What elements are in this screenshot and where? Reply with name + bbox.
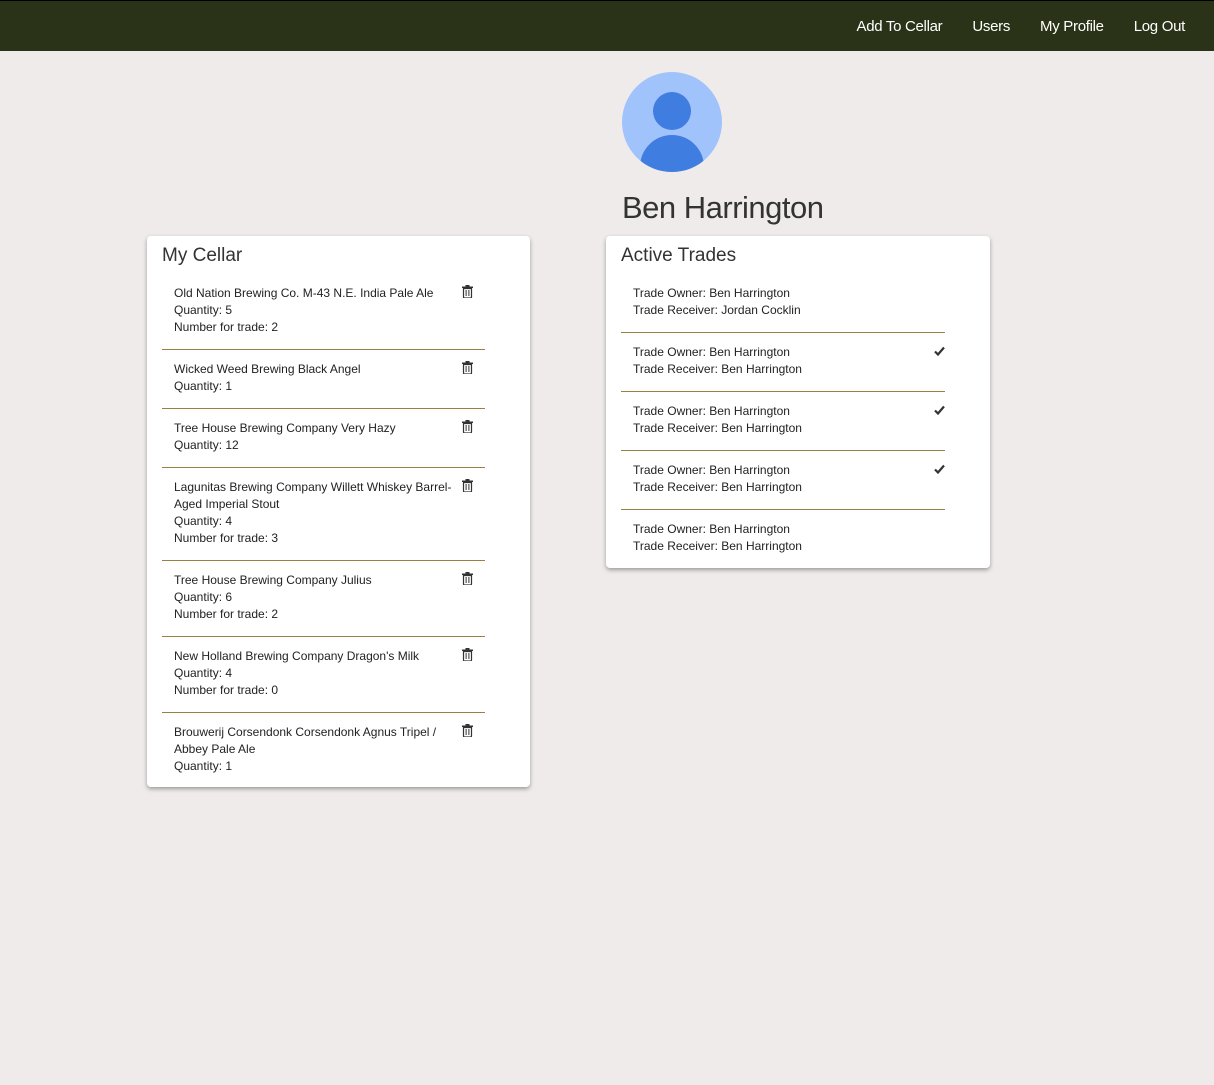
top-navbar: Add To Cellar Users My Profile Log Out (0, 0, 1214, 51)
cellar-divider (162, 349, 485, 350)
cellar-item: Wicked Weed Brewing Black Angel Quantity… (162, 361, 485, 395)
cellar-item: Lagunitas Brewing Company Willett Whiske… (162, 479, 485, 547)
cellar-divider (162, 560, 485, 561)
cellar-item-name: Brouwerij Corsendonk Corsendonk Agnus Tr… (174, 725, 437, 756)
cellar-item: Old Nation Brewing Co. M-43 N.E. India P… (162, 285, 485, 336)
trade-receiver: Trade Receiver: Ben Harrington (633, 539, 802, 553)
cellar-divider (162, 408, 485, 409)
cellar-divider (162, 712, 485, 713)
cellar-item-trade: Number for trade: 2 (174, 607, 279, 621)
trash-icon[interactable] (462, 572, 473, 585)
trade-owner: Trade Owner: Ben Harrington (633, 286, 790, 300)
cellar-item-quantity: Quantity: 5 (174, 303, 233, 317)
cellar-item-name: Tree House Brewing Company Julius (174, 573, 372, 587)
avatar-head (653, 92, 691, 130)
cellar-divider (162, 636, 485, 637)
profile-name: Ben Harrington (622, 190, 824, 225)
trade-owner: Trade Owner: Ben Harrington (633, 345, 790, 359)
trade-receiver: Trade Receiver: Ben Harrington (633, 421, 802, 435)
trash-icon[interactable] (462, 479, 473, 492)
cellar-item-name: Old Nation Brewing Co. M-43 N.E. India P… (174, 286, 434, 300)
cellar-item-trade: Number for trade: 3 (174, 531, 279, 545)
trade-owner: Trade Owner: Ben Harrington (633, 404, 790, 418)
cellar-item-name: New Holland Brewing Company Dragon's Mil… (174, 649, 420, 663)
trade-owner: Trade Owner: Ben Harrington (633, 522, 790, 536)
trade-divider (621, 509, 945, 510)
cellar-item-name: Tree House Brewing Company Very Hazy (174, 421, 396, 435)
trade-item[interactable]: Trade Owner: Ben Harrington Trade Receiv… (621, 462, 945, 496)
trade-divider (621, 391, 945, 392)
trash-icon[interactable] (462, 285, 473, 298)
cellar-item: Tree House Brewing Company Very Hazy Qua… (162, 420, 485, 454)
cellar-item-quantity: Quantity: 4 (174, 514, 233, 528)
active-trades-title: Active Trades (621, 245, 737, 266)
trade-receiver: Trade Receiver: Ben Harrington (633, 480, 802, 494)
cellar-item-quantity: Quantity: 6 (174, 590, 233, 604)
cellar-item: Brouwerij Corsendonk Corsendonk Agnus Tr… (162, 724, 485, 775)
my-cellar-title: My Cellar (162, 245, 243, 266)
trade-item[interactable]: Trade Owner: Ben Harrington Trade Receiv… (621, 521, 945, 555)
trash-icon[interactable] (462, 648, 473, 661)
cellar-item-trade: Number for trade: 2 (174, 320, 279, 334)
active-trades-card: Active Trades Trade Owner: Ben Harringto… (606, 236, 990, 568)
trash-icon[interactable] (462, 361, 473, 374)
trade-receiver: Trade Receiver: Jordan Cocklin (633, 303, 801, 317)
trade-receiver: Trade Receiver: Ben Harrington (633, 362, 802, 376)
trash-icon[interactable] (462, 724, 473, 737)
cellar-item-quantity: Quantity: 12 (174, 438, 239, 452)
cellar-item-name: Wicked Weed Brewing Black Angel (174, 362, 361, 376)
cellar-item-trade: Number for trade: 0 (174, 683, 279, 697)
nav-my-profile[interactable]: My Profile (1040, 18, 1104, 35)
trash-icon[interactable] (462, 420, 473, 433)
trade-item[interactable]: Trade Owner: Ben Harrington Trade Receiv… (621, 344, 945, 378)
trade-divider (621, 450, 945, 451)
nav-add-to-cellar[interactable]: Add To Cellar (856, 18, 942, 35)
cellar-item-quantity: Quantity: 1 (174, 759, 233, 773)
trade-item[interactable]: Trade Owner: Ben Harrington Trade Receiv… (621, 285, 945, 319)
check-icon[interactable] (934, 464, 945, 474)
cellar-item-quantity: Quantity: 4 (174, 666, 233, 680)
trade-owner: Trade Owner: Ben Harrington (633, 463, 790, 477)
nav-users[interactable]: Users (972, 18, 1010, 35)
nav-log-out[interactable]: Log Out (1134, 18, 1186, 35)
cellar-divider (162, 467, 485, 468)
cellar-item-quantity: Quantity: 1 (174, 379, 233, 393)
my-cellar-card: My Cellar Old Nation Brewing Co. M-43 N.… (147, 236, 530, 787)
cellar-item: New Holland Brewing Company Dragon's Mil… (162, 648, 485, 699)
check-icon[interactable] (934, 405, 945, 415)
check-icon[interactable] (934, 346, 945, 356)
cellar-item-name: Lagunitas Brewing Company Willett Whiske… (174, 480, 452, 511)
trade-item[interactable]: Trade Owner: Ben Harrington Trade Receiv… (621, 403, 945, 437)
nav-links: Add To Cellar Users My Profile Log Out (826, 1, 1185, 52)
cellar-item: Tree House Brewing Company Julius Quanti… (162, 572, 485, 623)
trade-divider (621, 332, 945, 333)
avatar (622, 72, 722, 172)
avatar-body (640, 135, 704, 172)
